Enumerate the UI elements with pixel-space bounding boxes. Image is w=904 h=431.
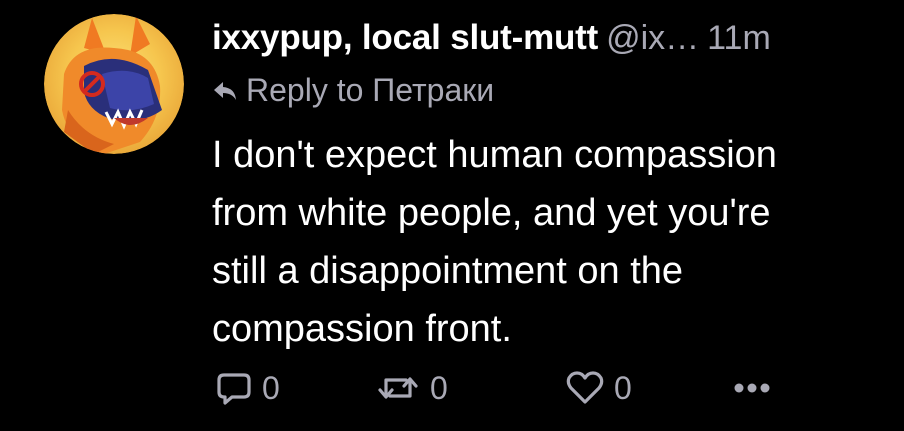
post-timestamp[interactable]: 11m: [707, 19, 771, 57]
avatar[interactable]: [44, 14, 184, 154]
reply-to-text: Reply to Петраки: [246, 72, 495, 108]
heart-icon: [566, 371, 604, 404]
post-content-line: I don't expect human compassion: [212, 134, 777, 176]
reply-arrow-icon: [214, 82, 236, 100]
author-handle[interactable]: @ix…: [606, 19, 699, 57]
dragon-avatar-icon: [44, 14, 184, 154]
reply-to-line[interactable]: Reply to Петраки: [212, 72, 494, 112]
post-content-line: still a disappointment on the: [212, 250, 684, 292]
more-dots-icon: [734, 383, 770, 393]
post-content: I don't expect human compassion from whi…: [212, 126, 872, 358]
repost-icon: [378, 377, 418, 399]
repost-count: 0: [430, 369, 448, 406]
post: ixxypup, local slut-mutt @ix… 11m Reply to…: [0, 0, 904, 431]
post-header: ixxypup, local slut-mutt @ix… 11m: [212, 18, 872, 62]
repost-button[interactable]: 0: [376, 366, 448, 410]
reply-bubble-icon: [217, 373, 251, 405]
post-actions: 0 0 0: [212, 366, 812, 410]
like-count: 0: [614, 369, 632, 406]
reply-button[interactable]: 0: [216, 366, 280, 410]
post-content-line: compassion front.: [212, 308, 512, 350]
like-button[interactable]: 0: [566, 366, 632, 410]
more-options-button[interactable]: [732, 366, 772, 410]
post-content-line: from white people, and yet you're: [212, 192, 771, 234]
reply-count: 0: [262, 369, 280, 406]
author-display-name[interactable]: ixxypup, local slut-mutt: [212, 18, 598, 57]
